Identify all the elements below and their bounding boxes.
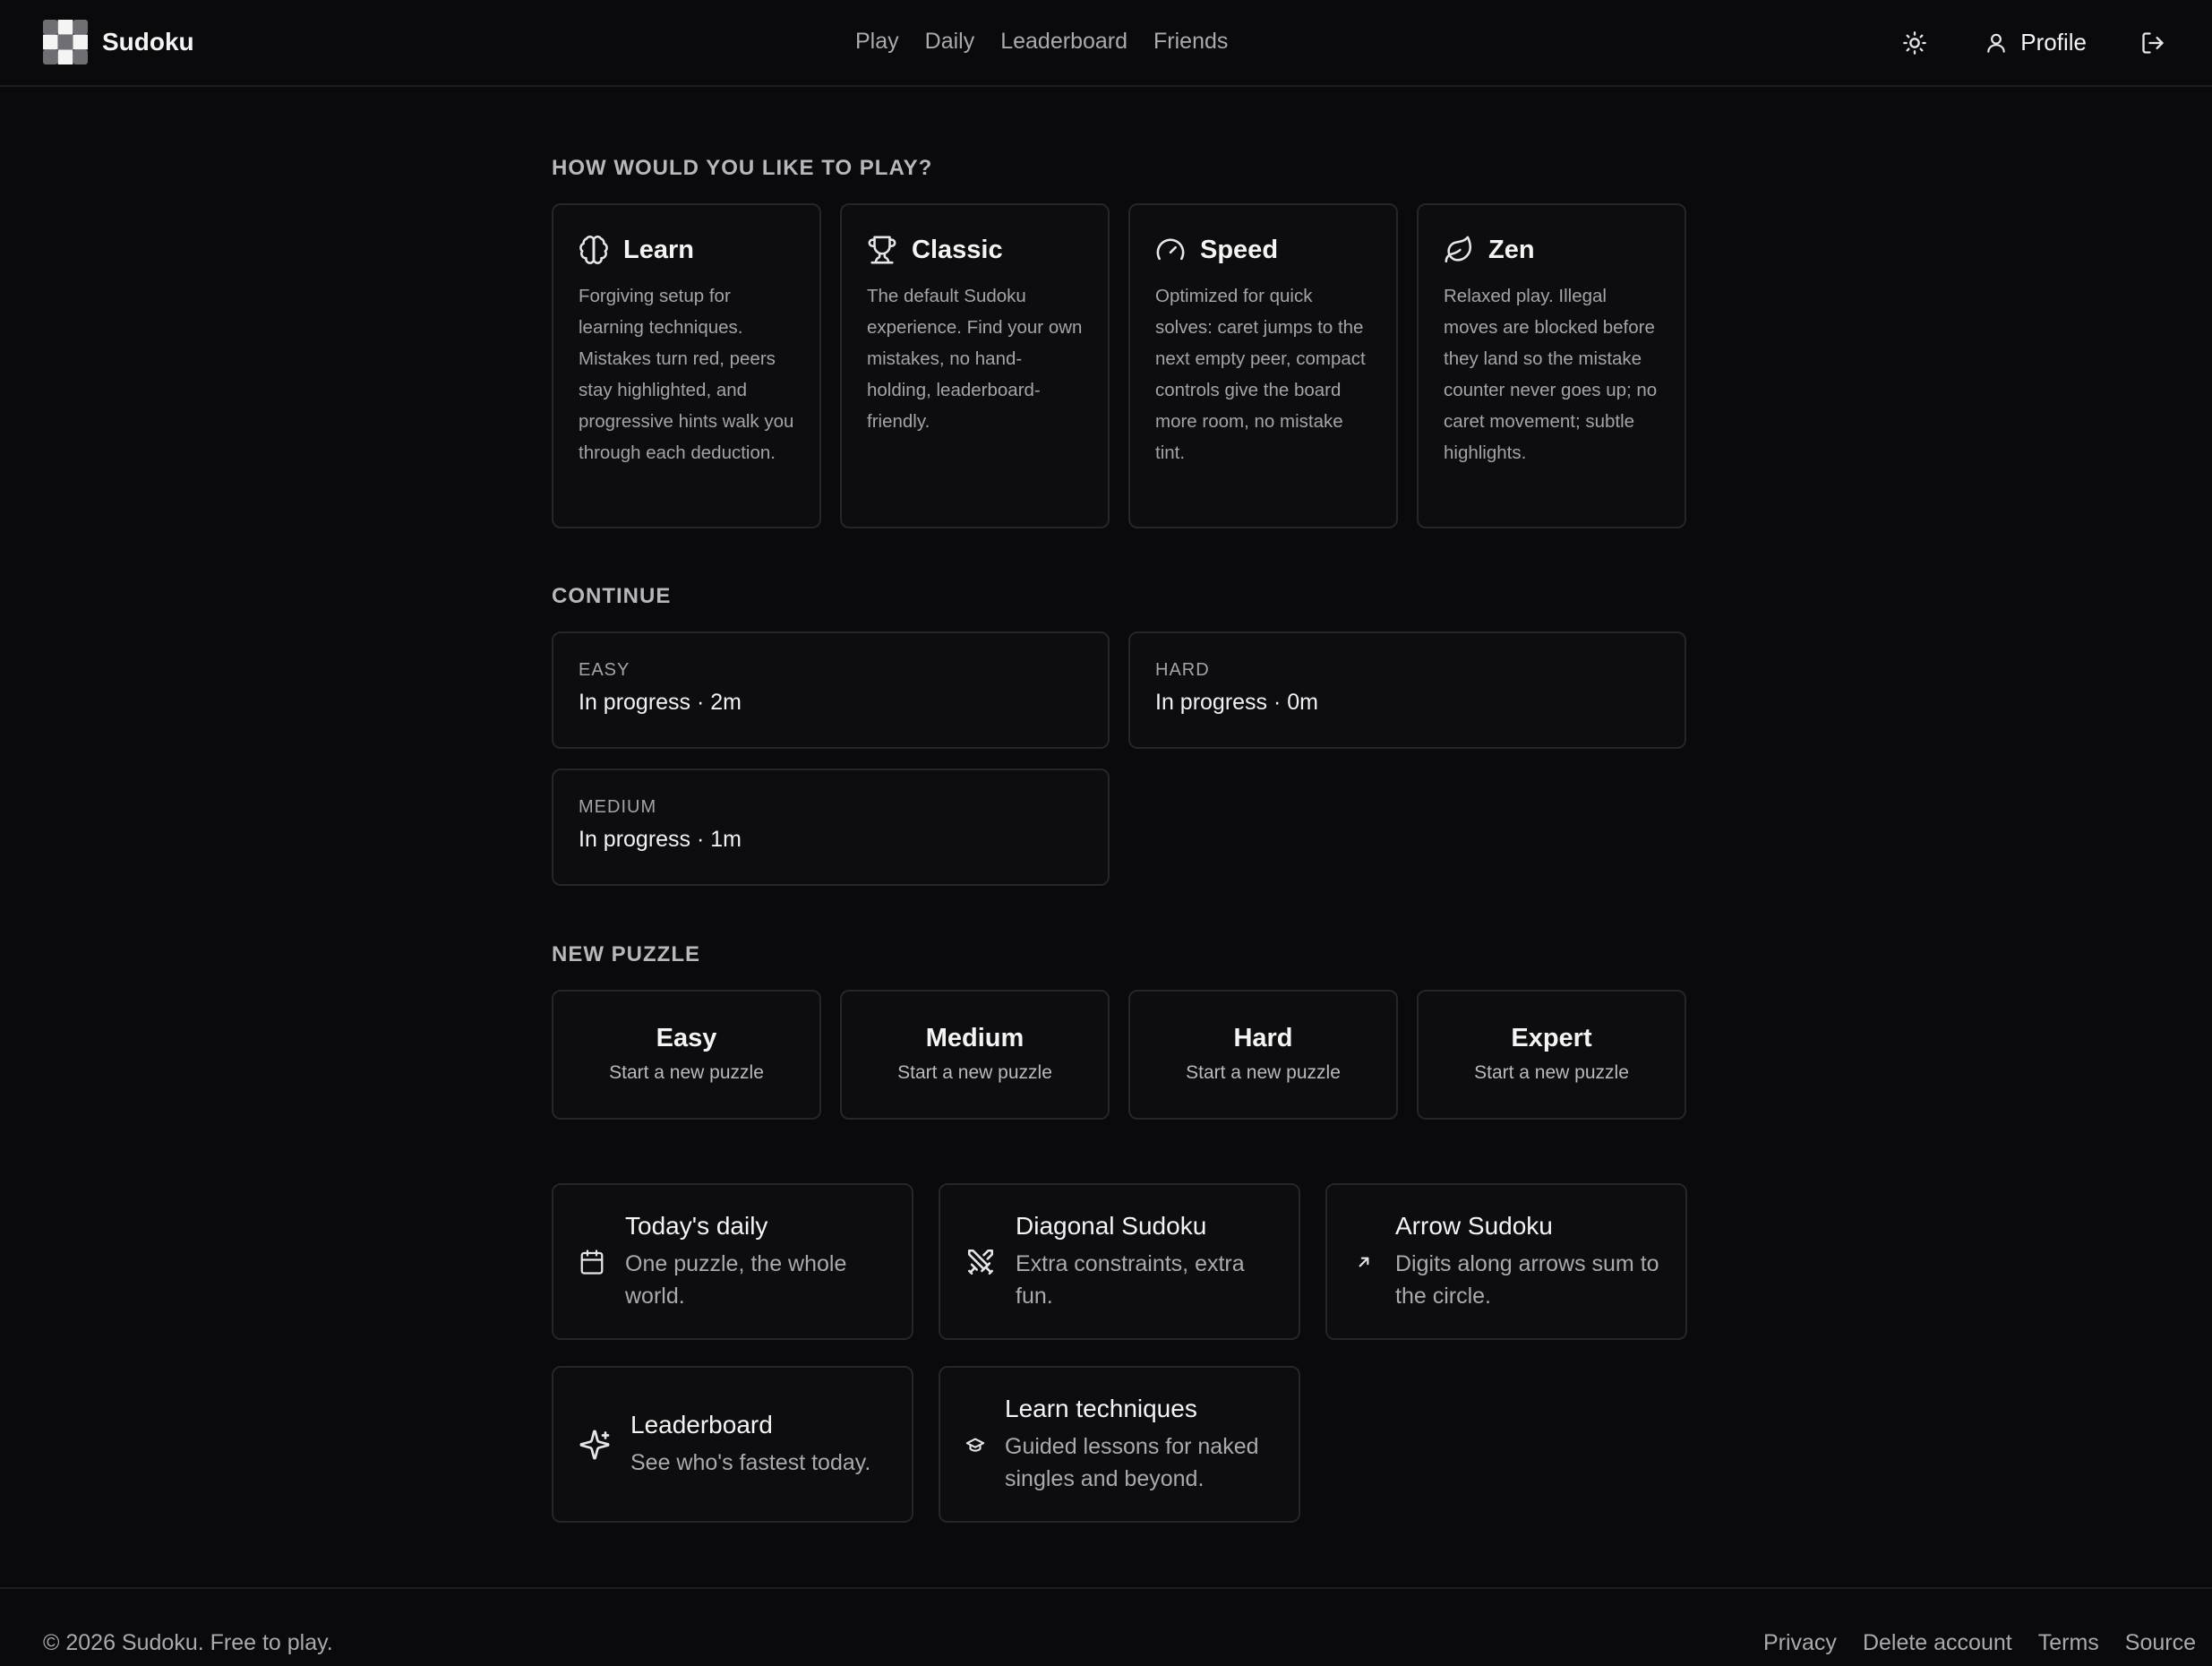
brain-icon: [579, 235, 609, 265]
continue-status: In progress · 0m: [1155, 690, 1319, 715]
continue-level: EASY: [579, 660, 630, 680]
logout-icon: [2140, 30, 2165, 56]
footer-link-privacy[interactable]: Privacy: [1763, 1630, 1837, 1656]
feature-card-diagonal[interactable]: Diagonal Sudoku Extra constraints, extra…: [939, 1183, 1300, 1340]
feature-card-techniques[interactable]: Learn techniques Guided lessons for nake…: [939, 1366, 1300, 1523]
trophy-icon: [867, 235, 897, 265]
feature-title: Diagonal Sudoku: [1016, 1211, 1207, 1240]
feature-title: Arrow Sudoku: [1395, 1211, 1553, 1240]
swords-icon: [965, 1247, 996, 1277]
new-puzzle-hard-button[interactable]: Hard Start a new puzzle: [1128, 990, 1398, 1120]
continue-status: In progress · 2m: [579, 690, 742, 715]
mode-title: Learn: [623, 235, 694, 264]
brand-link[interactable]: Sudoku: [43, 20, 194, 64]
checkerboard-logo-icon: [43, 20, 88, 64]
footer-link-terms[interactable]: Terms: [2038, 1630, 2099, 1656]
feature-description: See who's fastest today.: [630, 1449, 871, 1475]
mode-card-speed[interactable]: Speed Optimized for quick solves: caret …: [1128, 203, 1398, 528]
new-puzzle-subtitle: Start a new puzzle: [1474, 1062, 1629, 1083]
top-nav-bar: Sudoku Play Daily Leaderboard Friends Pr…: [0, 0, 2212, 87]
new-puzzle-title: Expert: [1511, 1024, 1592, 1052]
sparkles-icon: [579, 1429, 611, 1461]
calendar-icon: [579, 1249, 605, 1275]
new-puzzle-heading: NEW PUZZLE: [552, 942, 700, 966]
arrow-up-right-icon: [1352, 1250, 1376, 1274]
nav-link-friends[interactable]: Friends: [1153, 25, 1228, 57]
footer: © 2026 Sudoku. Free to play. Privacy Del…: [0, 1587, 2212, 1666]
feature-description: Extra constraints, extra fun.: [1016, 1250, 1245, 1309]
continue-card-hard[interactable]: HARD In progress · 0m: [1128, 631, 1686, 749]
continue-card-medium[interactable]: MEDIUM In progress · 1m: [552, 769, 1110, 886]
continue-level: MEDIUM: [579, 797, 657, 817]
feature-card-daily[interactable]: Today's daily One puzzle, the whole worl…: [552, 1183, 913, 1340]
nav-link-play[interactable]: Play: [855, 25, 899, 57]
new-puzzle-subtitle: Start a new puzzle: [897, 1062, 1052, 1083]
new-puzzle-subtitle: Start a new puzzle: [1186, 1062, 1341, 1083]
footer-link-delete-account[interactable]: Delete account: [1863, 1630, 2012, 1656]
brand-name: Sudoku: [102, 28, 194, 56]
new-puzzle-expert-button[interactable]: Expert Start a new puzzle: [1417, 990, 1686, 1120]
continue-card-easy[interactable]: EASY In progress · 2m: [552, 631, 1110, 749]
feature-title: Leaderboard: [630, 1410, 773, 1438]
new-puzzle-title: Easy: [656, 1024, 717, 1052]
footer-link-source[interactable]: Source: [2125, 1630, 2196, 1656]
header-actions: Profile: [1897, 0, 2169, 85]
theme-toggle-button[interactable]: [1897, 25, 1933, 61]
mode-description: Relaxed play. Illegal moves are blocked …: [1444, 286, 1658, 463]
user-icon: [1985, 31, 2008, 55]
gauge-icon: [1155, 235, 1186, 265]
leaf-icon: [1444, 235, 1474, 265]
feature-description: One puzzle, the whole world.: [625, 1250, 847, 1309]
continue-status: In progress · 1m: [579, 827, 742, 852]
continue-heading: CONTINUE: [552, 584, 672, 608]
graduation-cap-icon: [965, 1435, 985, 1455]
feature-title: Learn techniques: [1005, 1394, 1197, 1422]
feature-card-leaderboard[interactable]: Leaderboard See who's fastest today.: [552, 1366, 913, 1523]
mode-description: Forgiving setup for learning techniques.…: [579, 286, 794, 463]
mode-card-classic[interactable]: Classic The default Sudoku experience. F…: [840, 203, 1110, 528]
mode-card-zen[interactable]: Zen Relaxed play. Illegal moves are bloc…: [1417, 203, 1686, 528]
feature-card-arrow[interactable]: Arrow Sudoku Digits along arrows sum to …: [1325, 1183, 1687, 1340]
main-nav: Play Daily Leaderboard Friends: [855, 25, 1254, 57]
new-puzzle-title: Medium: [925, 1024, 1025, 1052]
mode-title: Zen: [1488, 235, 1535, 264]
feature-description: Digits along arrows sum to the circle.: [1395, 1250, 1659, 1309]
feature-title: Today's daily: [625, 1211, 768, 1240]
footer-links: Privacy Delete account Terms Source: [1737, 1630, 2196, 1656]
play-mode-heading: HOW WOULD YOU LIKE TO PLAY?: [552, 156, 933, 180]
mode-description: The default Sudoku experience. Find your…: [867, 286, 1083, 432]
nav-link-daily[interactable]: Daily: [925, 25, 975, 57]
mode-title: Speed: [1200, 235, 1279, 264]
copyright-text: © 2026 Sudoku. Free to play.: [43, 1630, 333, 1655]
sun-icon: [1902, 30, 1927, 56]
continue-level: HARD: [1155, 660, 1210, 680]
profile-button[interactable]: Profile: [1985, 29, 2087, 56]
mode-description: Optimized for quick solves: caret jumps …: [1155, 286, 1366, 463]
new-puzzle-medium-button[interactable]: Medium Start a new puzzle: [840, 990, 1110, 1120]
mode-card-learn[interactable]: Learn Forgiving setup for learning techn…: [552, 203, 821, 528]
feature-description: Guided lessons for naked singles and bey…: [1005, 1433, 1259, 1491]
new-puzzle-subtitle: Start a new puzzle: [609, 1062, 764, 1083]
mode-title: Classic: [912, 235, 1003, 264]
new-puzzle-easy-button[interactable]: Easy Start a new puzzle: [552, 990, 821, 1120]
profile-label: Profile: [2020, 29, 2087, 56]
nav-link-leaderboard[interactable]: Leaderboard: [1000, 25, 1127, 57]
logout-button[interactable]: [2137, 27, 2169, 59]
new-puzzle-title: Hard: [1233, 1024, 1293, 1052]
